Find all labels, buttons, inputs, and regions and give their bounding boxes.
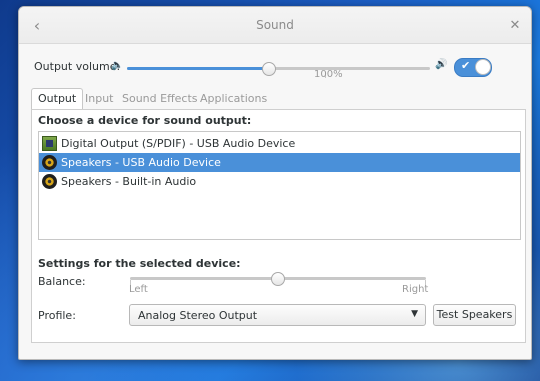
- chevron-down-icon: ▼: [411, 309, 418, 319]
- output-volume-slider[interactable]: [127, 62, 430, 76]
- profile-selected-value: Analog Stereo Output: [138, 309, 258, 322]
- output-volume-knob[interactable]: [262, 62, 277, 76]
- speaker-low-icon: 🔈: [111, 60, 124, 71]
- speaker-icon: [42, 174, 57, 189]
- window-title: Sound: [256, 18, 294, 32]
- device-list-heading: Choose a device for sound output:: [38, 114, 252, 127]
- balance-right-label: Right: [402, 284, 429, 295]
- device-item-usb-speakers[interactable]: Speakers - USB Audio Device: [39, 153, 520, 172]
- device-list[interactable]: Digital Output (S/PDIF) - USB Audio Devi…: [38, 131, 521, 240]
- close-icon: ✕: [509, 17, 521, 33]
- balance-knob[interactable]: [271, 272, 285, 286]
- balance-left-label: Left: [129, 284, 148, 295]
- switch-knob: [475, 59, 491, 75]
- tab-output[interactable]: Output: [31, 88, 84, 110]
- tab-applications[interactable]: Applications: [200, 89, 267, 109]
- output-volume-label: Output volume:: [34, 60, 121, 73]
- mute-toggle-switch[interactable]: ✔: [454, 58, 492, 77]
- device-item-builtin-speakers[interactable]: Speakers - Built-in Audio: [39, 172, 520, 191]
- settings-heading: Settings for the selected device:: [38, 257, 241, 270]
- spdif-icon: [42, 136, 57, 151]
- balance-slider[interactable]: [130, 272, 426, 286]
- titlebar: ‹ Sound ✕: [19, 7, 531, 44]
- check-icon: ✔: [461, 59, 471, 72]
- output-volume-fill: [127, 67, 270, 70]
- balance-label: Balance:: [38, 275, 86, 288]
- device-item-digital-output[interactable]: Digital Output (S/PDIF) - USB Audio Devi…: [39, 134, 520, 153]
- volume-100-mark: 100%: [314, 69, 343, 80]
- device-label: Digital Output (S/PDIF) - USB Audio Devi…: [61, 137, 296, 150]
- device-label: Speakers - USB Audio Device: [61, 156, 221, 169]
- speaker-high-icon: 🔊: [435, 59, 448, 70]
- tab-sound-effects[interactable]: Sound Effects: [122, 89, 198, 109]
- profile-label: Profile:: [38, 309, 76, 322]
- profile-dropdown[interactable]: Analog Stereo Output ▼: [129, 304, 426, 326]
- device-label: Speakers - Built-in Audio: [61, 175, 197, 188]
- close-button[interactable]: ✕: [505, 15, 525, 35]
- test-speakers-button[interactable]: Test Speakers: [433, 304, 516, 326]
- tab-input[interactable]: Input: [85, 89, 113, 109]
- speaker-icon: [42, 155, 57, 170]
- sound-window: ‹ Sound ✕ Output volume: 🔈 100% 🔊 ✔ Outp…: [18, 6, 532, 360]
